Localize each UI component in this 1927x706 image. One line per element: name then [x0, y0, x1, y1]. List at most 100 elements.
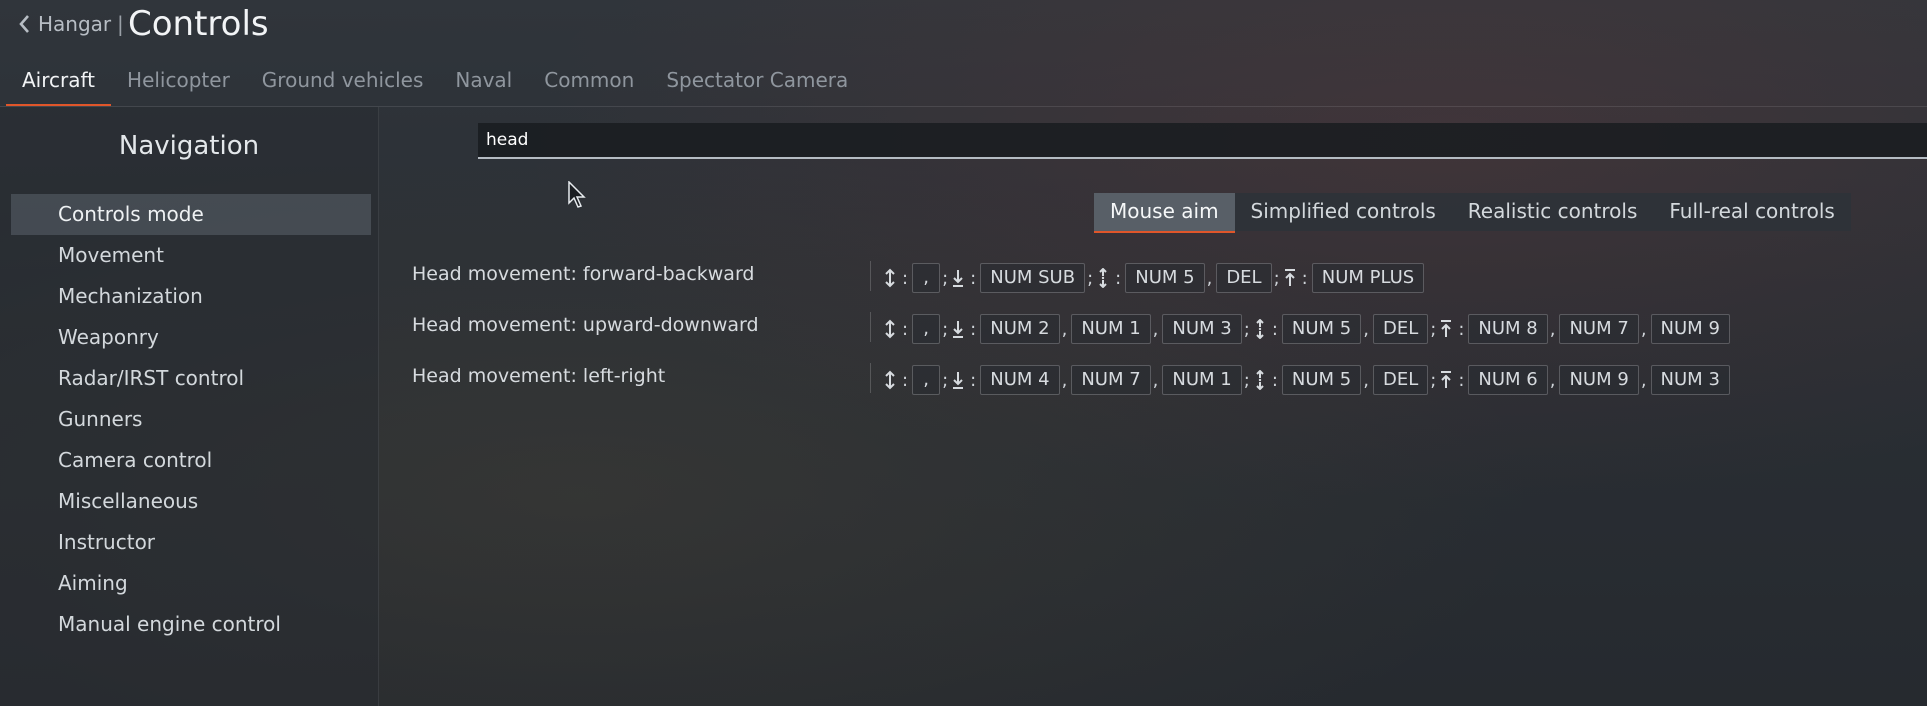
axis-updown-icon [885, 319, 895, 339]
key-chip[interactable]: NUM 3 [1162, 314, 1242, 344]
key-chip[interactable]: NUM 7 [1559, 314, 1639, 344]
mode-simplified-controls[interactable]: Simplified controls [1235, 193, 1452, 231]
key-chip[interactable]: NUM 6 [1468, 365, 1548, 395]
tab-helicopter[interactable]: Helicopter [111, 60, 246, 106]
tab-aircraft[interactable]: Aircraft [6, 60, 112, 106]
nav-item-aiming[interactable]: Aiming [11, 563, 371, 604]
page-title: Controls [128, 4, 269, 44]
binding-separator: , [1206, 267, 1213, 289]
nav-item-radar-irst-control[interactable]: Radar/IRST control [11, 358, 371, 399]
binding-separator: ; [1430, 318, 1437, 340]
axis-relative-icon [1256, 319, 1264, 339]
chevron-left-icon [19, 15, 29, 33]
axis-increase-icon [1441, 371, 1452, 388]
nav-item-weaponry[interactable]: Weaponry [11, 317, 371, 358]
key-chip[interactable]: NUM 2 [980, 314, 1060, 344]
binding-separator: ; [942, 318, 949, 340]
binding-keys: :,;: NUM 4, NUM 7, NUM 1;: NUM 5, DEL;: NUM 6,… [884, 365, 1730, 395]
axis-relative-icon [1256, 370, 1264, 390]
binding-separator: : [902, 267, 909, 289]
axis-decrease-icon [953, 372, 964, 389]
binding-separator: : [970, 369, 977, 391]
nav-item-manual-engine-control[interactable]: Manual engine control [11, 604, 371, 645]
axis-increase-icon [1284, 269, 1295, 286]
binding-label: Head movement: left-right [412, 365, 666, 387]
binding-keys: :,;: NUM 2, NUM 1, NUM 3;: NUM 5, DEL;: NUM 8,… [884, 314, 1730, 344]
binding-separator: , [1640, 369, 1647, 391]
binding-separator: , [1152, 369, 1159, 391]
vehicle-tabs: Aircraft Helicopter Ground vehicles Nava… [6, 60, 864, 106]
binding-separator: , [1363, 318, 1369, 340]
axis-updown-icon [885, 370, 895, 390]
key-chip[interactable]: , [912, 365, 941, 395]
binding-separator: : [1458, 369, 1465, 391]
tab-spectator-camera[interactable]: Spectator Camera [650, 60, 864, 106]
nav-item-mechanization[interactable]: Mechanization [11, 276, 371, 317]
key-chip[interactable]: NUM 1 [1071, 314, 1151, 344]
binding-separator: : [1301, 267, 1308, 289]
key-chip[interactable]: NUM PLUS [1311, 263, 1425, 293]
nav-item-gunners[interactable]: Gunners [11, 399, 371, 440]
binding-separator: : [1115, 267, 1122, 289]
control-mode-selector: Mouse aim Simplified controls Realistic … [1094, 193, 1851, 233]
binding-separator: : [970, 318, 977, 340]
binding-divider [870, 261, 871, 291]
axis-increase-icon [1441, 320, 1452, 337]
top-bar: Hangar | Controls [0, 0, 1927, 52]
key-chip[interactable]: NUM 5 [1125, 263, 1205, 293]
key-chip[interactable]: NUM 5 [1281, 314, 1362, 344]
key-chip[interactable]: NUM 1 [1162, 365, 1242, 395]
tab-common[interactable]: Common [528, 60, 650, 106]
binding-separator: ; [1273, 267, 1280, 289]
back-to-hangar-button[interactable]: Hangar [18, 12, 111, 36]
binding-separator: , [1549, 369, 1556, 391]
binding-separator: , [1640, 318, 1647, 340]
key-chip[interactable]: NUM 5 [1281, 365, 1362, 395]
tab-naval[interactable]: Naval [439, 60, 528, 106]
nav-item-miscellaneous[interactable]: Miscellaneous [11, 481, 371, 522]
key-chip[interactable]: NUM 7 [1071, 365, 1151, 395]
key-chip[interactable]: DEL [1372, 314, 1429, 344]
binding-divider [870, 363, 871, 393]
binding-separator: : [1271, 369, 1278, 391]
nav-item-instructor[interactable]: Instructor [11, 522, 371, 563]
binding-separator: ; [1243, 318, 1250, 340]
key-chip[interactable]: NUM 4 [980, 365, 1060, 395]
binding-separator: : [1458, 318, 1465, 340]
mouse-pointer-icon [568, 181, 586, 208]
key-chip[interactable]: NUM 9 [1650, 314, 1730, 344]
key-chip[interactable]: , [912, 263, 941, 293]
nav-item-camera-control[interactable]: Camera control [11, 440, 371, 481]
key-chip[interactable]: NUM 3 [1650, 365, 1730, 395]
key-chip[interactable]: NUM 8 [1468, 314, 1548, 344]
navigation-title: Navigation [118, 131, 260, 161]
key-chip[interactable]: NUM SUB [980, 263, 1086, 293]
key-chip[interactable]: NUM 9 [1559, 365, 1639, 395]
mode-realistic-controls[interactable]: Realistic controls [1452, 193, 1654, 231]
title-separator: | [117, 12, 124, 36]
nav-item-movement[interactable]: Movement [11, 235, 371, 276]
key-chip[interactable]: , [912, 314, 941, 344]
binding-separator: ; [1087, 267, 1094, 289]
binding-separator: ; [1430, 369, 1437, 391]
mode-mouse-aim[interactable]: Mouse aim [1094, 193, 1235, 233]
mode-full-real-controls[interactable]: Full-real controls [1653, 193, 1850, 231]
binding-separator: ; [1243, 369, 1250, 391]
binding-divider [870, 312, 871, 342]
binding-separator: ; [942, 267, 949, 289]
binding-separator: : [970, 267, 977, 289]
search-box[interactable] [478, 123, 1927, 159]
back-label: Hangar [38, 12, 112, 36]
axis-decrease-icon [953, 321, 964, 338]
axis-decrease-icon [953, 270, 964, 287]
nav-item-controls-mode[interactable]: Controls mode [11, 194, 371, 235]
axis-relative-icon [1099, 268, 1107, 288]
tab-ground-vehicles[interactable]: Ground vehicles [246, 60, 440, 106]
key-chip[interactable]: DEL [1372, 365, 1429, 395]
binding-label: Head movement: upward-downward [412, 314, 759, 336]
axis-updown-icon [885, 268, 895, 288]
binding-separator: ; [942, 369, 949, 391]
search-input[interactable] [478, 123, 1927, 157]
key-chip[interactable]: DEL [1216, 263, 1272, 293]
binding-separator: : [902, 369, 909, 391]
